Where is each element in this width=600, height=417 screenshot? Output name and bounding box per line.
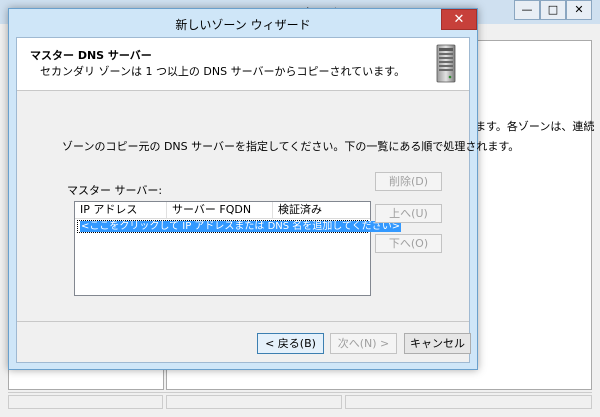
status-segment [345,395,592,409]
add-server-placeholder[interactable]: <ここをクリックして IP アドレスまたは DNS 名を追加してください> [80,221,402,232]
status-segment [8,395,163,409]
wizard-page-title: マスター DNS サーバー [30,49,152,62]
footer-divider [17,321,469,322]
maximize-button[interactable]: □ [540,0,566,20]
dialog-body: マスター DNS サーバー セカンダリ ゾーンは 1 つ以上の DNS サーバー… [16,37,519,363]
new-zone-wizard-dialog: 新しいゾーン ウィザード ✕ マスター DNS サーバー セカンダリ ゾーンは … [8,8,519,370]
close-button[interactable]: ✕ [441,9,477,30]
cancel-button[interactable]: キャンセル [404,333,471,354]
status-bar [8,392,592,411]
instruction-text: ゾーンのコピー元の DNS サーバーを指定してください。下の一覧にある順で処理さ… [62,140,520,153]
wizard-page-subtitle: セカンダリ ゾーンは 1 つ以上の DNS サーバーからコピーされています。 [40,65,406,78]
next-button[interactable]: 次へ(N) > [330,333,397,354]
status-segment [166,395,342,409]
move-up-button[interactable]: 上へ(U) [375,204,442,223]
move-down-button[interactable]: 下へ(O) [375,234,442,253]
delete-button[interactable]: 削除(D) [375,172,442,191]
background-close-button[interactable]: ✕ [566,0,592,20]
master-servers-list[interactable]: IP アドレス サーバー FQDN 検証済み <ここをクリックして IP アドレ… [74,201,402,296]
column-header-server-fqdn[interactable]: サーバー FQDN [167,202,273,218]
column-header-ip-address[interactable]: IP アドレス [75,202,167,218]
server-tower-icon [436,44,456,83]
list-header: IP アドレス サーバー FQDN 検証済み [75,202,370,219]
dialog-titlebar[interactable]: 新しいゾーン ウィザード ✕ [9,9,477,37]
column-header-validated[interactable]: 検証済み [273,202,370,218]
minimize-button[interactable]: — [514,0,540,20]
wizard-header: マスター DNS サーバー セカンダリ ゾーンは 1 つ以上の DNS サーバー… [17,38,469,91]
back-button[interactable]: < 戻る(B) [257,333,324,354]
add-server-row[interactable]: <ここをクリックして IP アドレスまたは DNS 名を追加してください> [77,220,402,233]
dialog-title: 新しいゾーン ウィザード [175,18,311,32]
details-description-text: ます。各ゾーンは、連続 [475,120,595,133]
master-servers-label: マスター サーバー: [67,184,163,197]
